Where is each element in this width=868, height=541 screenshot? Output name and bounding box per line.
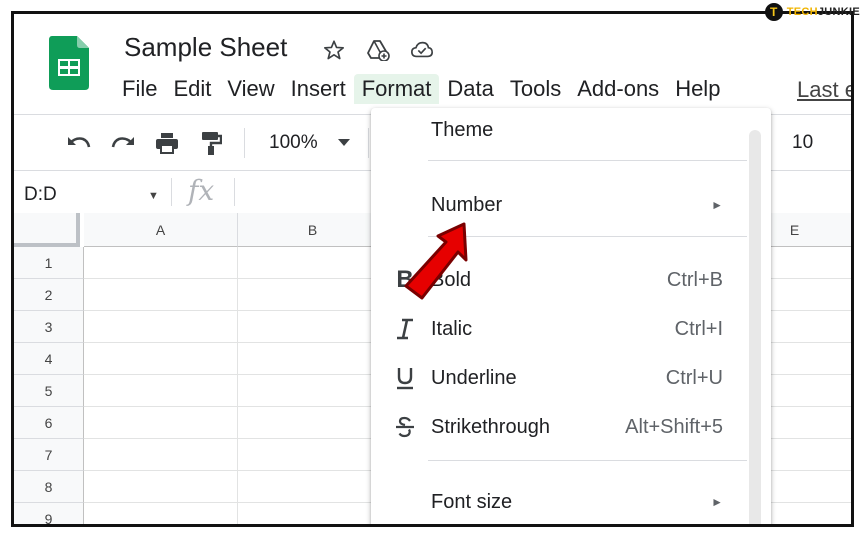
document-title[interactable]: Sample Sheet (124, 32, 287, 63)
underline-icon (391, 364, 419, 392)
row-header-8[interactable]: 8 (14, 471, 84, 503)
menu-edit[interactable]: Edit (165, 74, 219, 104)
menu-view[interactable]: View (219, 74, 282, 104)
menu-item-label: Theme (431, 118, 494, 141)
move-to-drive-icon[interactable] (366, 38, 390, 62)
menu-item-font-size[interactable]: Font size ► (371, 480, 771, 524)
zoom-select[interactable]: 100% (263, 132, 350, 154)
column-header-b[interactable]: B (238, 213, 388, 247)
menu-item-label: Strikethrough (431, 415, 550, 438)
menu-data[interactable]: Data (439, 74, 501, 104)
select-all-corner[interactable] (14, 213, 80, 247)
techjunkie-logo: T (764, 3, 783, 21)
last-edit-link[interactable]: Last e (797, 77, 851, 103)
fx-icon: fx (188, 174, 215, 207)
menu-item-number[interactable]: Number ► (371, 183, 771, 227)
menu-separator (428, 236, 747, 237)
submenu-arrow-icon: ► (711, 198, 723, 212)
menu-format[interactable]: Format (353, 74, 440, 104)
row-header-6[interactable]: 6 (14, 407, 84, 439)
font-size-input[interactable]: 10 (792, 132, 813, 154)
menu-item-label: Italic (431, 317, 473, 340)
row-header-4[interactable]: 4 (14, 343, 84, 375)
toolbar-separator (367, 128, 369, 158)
menu-item-italic[interactable]: Italic Ctrl+I (371, 307, 771, 351)
star-icon[interactable] (322, 38, 346, 62)
column-header-a[interactable]: A (84, 213, 238, 247)
menu-item-label: Font size (431, 490, 513, 513)
menu-item-label: Underline (431, 366, 517, 389)
name-box-dropdown-icon[interactable]: ▼ (148, 190, 159, 202)
watermark-junkie: JUNKIE (817, 6, 860, 18)
menu-item-label: Number (431, 193, 503, 216)
menu-separator (428, 160, 747, 161)
menu-item-strikethrough[interactable]: Strikethrough Alt+Shift+5 (371, 405, 771, 449)
sheets-logo-icon[interactable] (49, 36, 89, 90)
menu-item-shortcut: Ctrl+B (666, 268, 723, 291)
row-header-3[interactable]: 3 (14, 311, 84, 343)
menu-separator (428, 460, 747, 461)
screenshot-frame: Sample Sheet File Edit View Insert Forma… (11, 11, 854, 527)
row-header-7[interactable]: 7 (14, 439, 84, 471)
toolbar: 100% (64, 128, 373, 158)
format-menu-dropdown: Theme Number ► B Bold Ctrl+B Italic Ctrl… (371, 108, 771, 524)
row-header-9[interactable]: 9 (14, 503, 84, 524)
watermark-tech: TECH (786, 6, 818, 18)
techjunkie-watermark: T TECHJUNKIE (764, 3, 860, 21)
row-header-2[interactable]: 2 (14, 279, 84, 311)
redo-icon[interactable] (108, 128, 138, 158)
name-box[interactable]: D:D (24, 184, 57, 206)
italic-icon (391, 315, 419, 343)
row-header-1[interactable]: 1 (14, 247, 84, 279)
red-pointer-arrow-icon (404, 222, 468, 300)
submenu-arrow-icon: ► (711, 495, 723, 509)
menu-item-theme[interactable]: Theme (371, 108, 771, 152)
menu-bar: File Edit View Insert Format Data Tools … (114, 74, 728, 104)
menu-file[interactable]: File (114, 74, 165, 104)
menu-help[interactable]: Help (667, 74, 728, 104)
toolbar-separator (244, 128, 245, 158)
menu-item-shortcut: Ctrl+U (665, 366, 723, 389)
menu-item-shortcut: Alt+Shift+5 (625, 415, 723, 438)
menu-add-ons[interactable]: Add-ons (569, 74, 667, 104)
menu-tools[interactable]: Tools (502, 74, 569, 104)
paint-format-icon[interactable] (196, 128, 226, 158)
menu-item-underline[interactable]: Underline Ctrl+U (371, 356, 771, 400)
print-icon[interactable] (152, 128, 182, 158)
strikethrough-icon (391, 413, 419, 441)
row-header-5[interactable]: 5 (14, 375, 84, 407)
chevron-down-icon (337, 139, 350, 146)
undo-icon[interactable] (64, 128, 94, 158)
cloud-saved-icon[interactable] (410, 38, 434, 62)
zoom-value: 100% (269, 132, 318, 153)
menu-insert[interactable]: Insert (283, 74, 354, 104)
menu-item-shortcut: Ctrl+I (674, 317, 723, 340)
